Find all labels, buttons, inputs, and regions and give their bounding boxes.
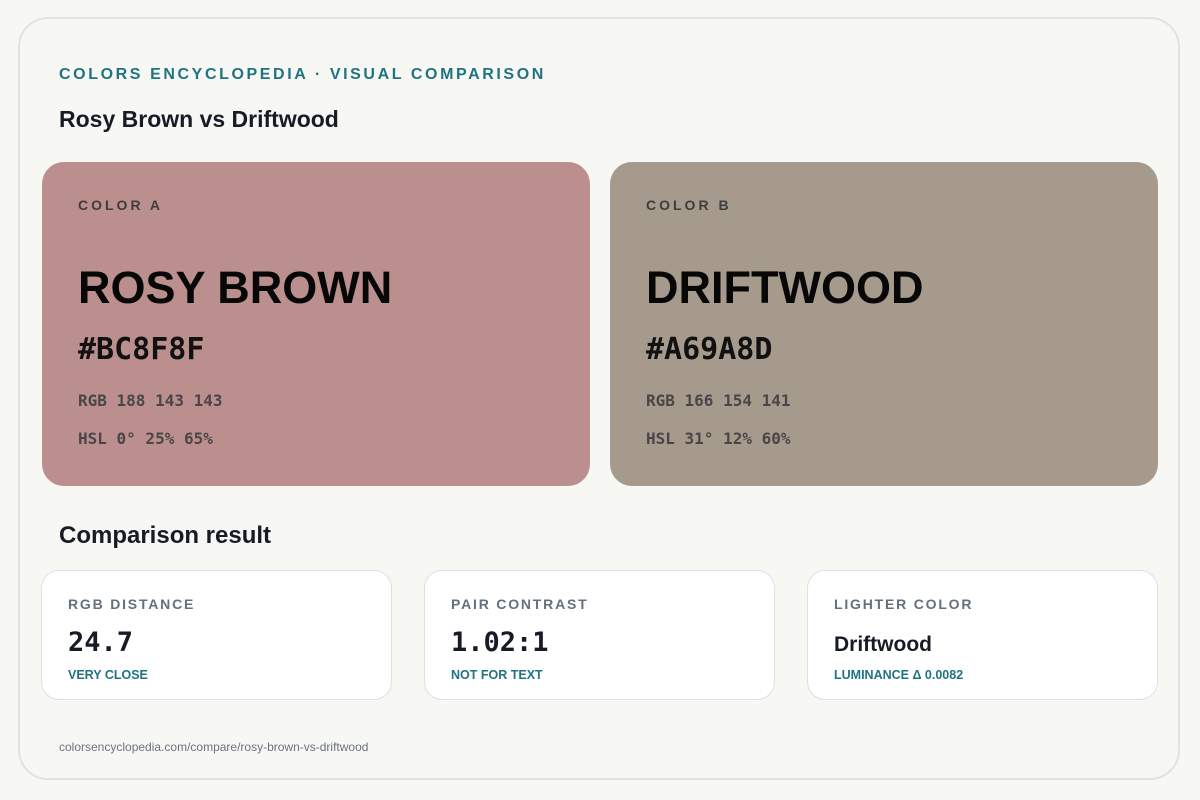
- color-a-hex: #BC8F8F: [78, 332, 205, 367]
- card-label: LIGHTER COLOR: [834, 596, 974, 612]
- card-note: NOT FOR TEXT: [451, 668, 543, 682]
- pair-contrast-card: PAIR CONTRAST 1.02:1 NOT FOR TEXT: [424, 570, 775, 700]
- color-a-rgb: RGB 188 143 143: [78, 391, 223, 410]
- color-a-label: COLOR A: [78, 197, 164, 213]
- lighter-color-card: LIGHTER COLOR Driftwood LUMINANCE Δ 0.00…: [807, 570, 1158, 700]
- card-note: LUMINANCE Δ 0.0082: [834, 668, 964, 682]
- footer-url: colorsencyclopedia.com/compare/rosy-brow…: [59, 740, 369, 754]
- color-b-hsl: HSL 31° 12% 60%: [646, 429, 791, 448]
- color-b-swatch: COLOR B DRIFTWOOD #A69A8D RGB 166 154 14…: [610, 162, 1158, 486]
- card-label: PAIR CONTRAST: [451, 596, 589, 612]
- card-value: Driftwood: [834, 633, 932, 656]
- card-value: 24.7: [68, 627, 134, 658]
- color-a-hsl: HSL 0° 25% 65%: [78, 429, 213, 448]
- color-b-hex: #A69A8D: [646, 332, 773, 367]
- page-title: Rosy Brown vs Driftwood: [59, 106, 339, 132]
- color-a-name: ROSY BROWN: [78, 262, 393, 313]
- card-label: RGB DISTANCE: [68, 596, 196, 612]
- comparison-section-title: Comparison result: [59, 522, 272, 549]
- card-value: 1.02:1: [451, 627, 549, 658]
- color-b-label: COLOR B: [646, 197, 732, 213]
- color-b-rgb: RGB 166 154 141: [646, 391, 791, 410]
- eyebrow-heading: COLORS ENCYCLOPEDIA · VISUAL COMPARISON: [59, 66, 546, 83]
- rgb-distance-card: RGB DISTANCE 24.7 VERY CLOSE: [41, 570, 392, 700]
- color-a-swatch: COLOR A ROSY BROWN #BC8F8F RGB 188 143 1…: [42, 162, 590, 486]
- card-note: VERY CLOSE: [68, 668, 148, 682]
- color-b-name: DRIFTWOOD: [646, 262, 924, 313]
